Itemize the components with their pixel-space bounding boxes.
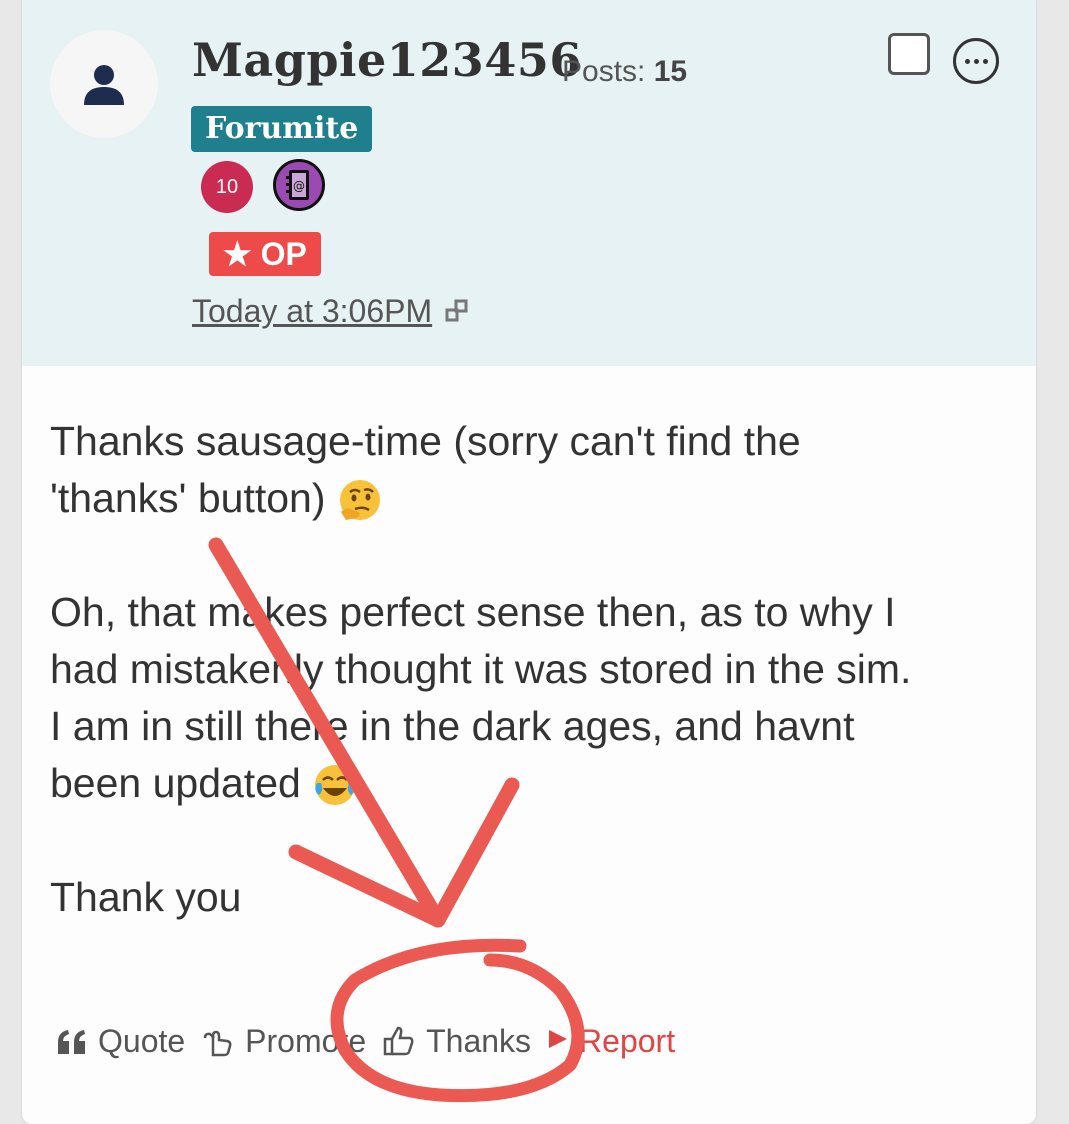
select-post-checkbox[interactable] <box>888 33 930 75</box>
quote-button[interactable]: Quote <box>56 1023 185 1060</box>
achievement-badge-count[interactable]: 10 <box>201 161 253 213</box>
svg-text:@: @ <box>293 179 305 193</box>
user-avatar[interactable] <box>50 30 158 138</box>
post-count: Posts: 15 <box>562 52 687 92</box>
body-line: I am in still there in the dark ages, an… <box>50 703 855 749</box>
body-line: Oh, that makes perfect sense then, as to… <box>50 589 896 635</box>
body-line-with-emoji: been updated <box>50 755 1010 812</box>
notebook-badge-icon[interactable]: @ <box>273 159 325 211</box>
post-actions: Quote Promote Thanks Report <box>56 1016 691 1066</box>
body-line: had mistakenly thought it was stored in … <box>50 646 912 692</box>
quote-icon <box>58 1030 85 1054</box>
body-line: Thank you <box>50 874 242 920</box>
op-badge: ★ OP <box>209 232 321 276</box>
role-badge: Forumite <box>191 106 373 152</box>
posts-label: Posts: <box>562 55 646 88</box>
body-line-with-emoji: 'thanks' button) <box>50 470 1010 527</box>
post-header: Magpie123456 Posts: 15 Forumite 10 @ ★ O… <box>22 0 1036 366</box>
body-line: Thanks sausage-time (sorry can't find th… <box>50 418 801 464</box>
posts-count: 15 <box>653 55 688 88</box>
post-card: Magpie123456 Posts: 15 Forumite 10 @ ★ O… <box>22 0 1036 1124</box>
thanks-button[interactable]: Thanks <box>382 1023 531 1060</box>
user-avatar-icon <box>84 65 124 105</box>
promote-button[interactable]: Promote <box>201 1023 366 1060</box>
report-button[interactable]: Report <box>547 1023 675 1060</box>
more-options-icon[interactable] <box>953 38 999 84</box>
report-flag-icon <box>549 1030 568 1048</box>
thumbs-up-icon <box>383 1026 414 1056</box>
promote-hand-icon <box>203 1030 232 1057</box>
username[interactable]: Magpie123456 <box>192 30 582 90</box>
crying-laughing-emoji <box>315 765 356 806</box>
thinking-face-emoji <box>339 480 380 521</box>
permalink-icon[interactable] <box>444 298 470 324</box>
post-body: Thanks sausage-time (sorry can't find th… <box>50 413 1010 926</box>
post-timestamp[interactable]: Today at 3:06PM <box>192 290 432 332</box>
